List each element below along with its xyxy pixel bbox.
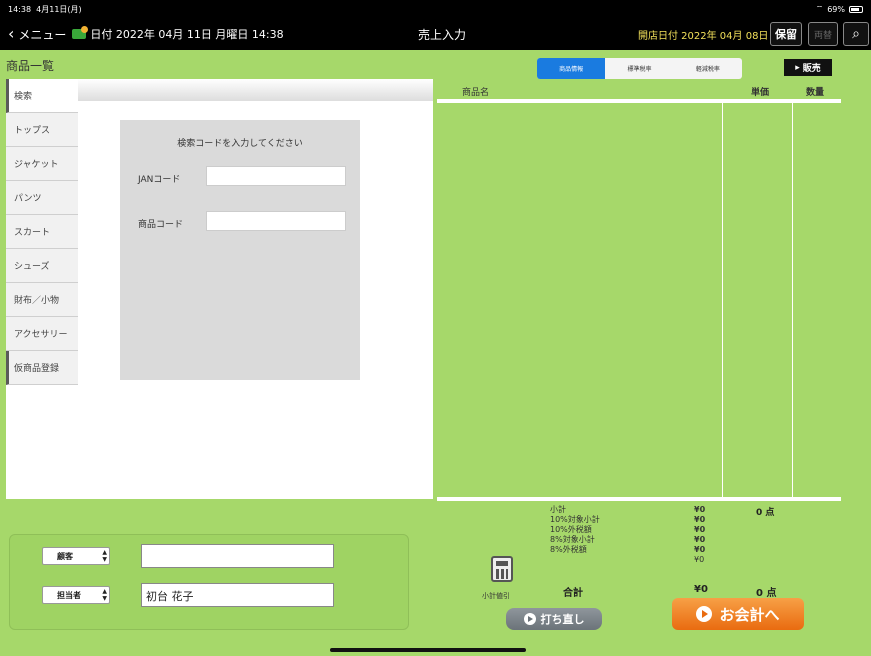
category-tabs: 検索 トップス ジャケット パンツ スカート シューズ 財布／小物 アクセサリー… <box>6 79 78 385</box>
summary-label: 小計 <box>550 505 566 514</box>
nav-bar: ‹ メニュー 日付 2022年 04月 11日 月曜日 14:38 売上入力 開… <box>0 18 871 50</box>
tab-accessory[interactable]: アクセサリー <box>6 317 78 351</box>
battery-percent: 69% <box>827 4 845 14</box>
jan-code-label: JANコード <box>138 175 181 185</box>
staff-input[interactable]: 初台 花子 <box>141 583 334 607</box>
customer-select[interactable]: 顧客 ▲ ▼ <box>42 547 110 565</box>
battery-icon <box>849 5 863 13</box>
exchange-button[interactable]: 両替 <box>808 22 838 46</box>
search-title: 検索コードを入力してください <box>177 139 303 149</box>
column-quantity: 数量 <box>806 88 825 98</box>
calculator-icon[interactable] <box>491 556 513 582</box>
column-unit-price: 単価 <box>751 88 770 98</box>
tab-temp-register[interactable]: 仮商品登録 <box>6 351 78 385</box>
tab-skirt[interactable]: スカート <box>6 215 78 249</box>
segment-reduced-tax[interactable]: 軽減税率 <box>674 58 742 79</box>
checkout-label: お会計へ <box>719 605 780 624</box>
search-form: 検索コードを入力してください JANコード 商品コード <box>120 120 360 380</box>
customer-input[interactable] <box>141 544 334 568</box>
page-title: 売上入力 <box>418 27 467 42</box>
column-divider <box>722 103 723 498</box>
subtotal-points: 0 点 <box>756 508 775 518</box>
search-button[interactable]: ⌕ <box>843 22 869 46</box>
tab-tops[interactable]: トップス <box>6 113 78 147</box>
wifi-icon: ⌔ <box>815 4 824 13</box>
subtotal-discount-label: 小計値引 <box>482 592 510 600</box>
chevron-left-icon: ‹ <box>8 24 15 43</box>
total-value: ¥0 <box>694 584 708 595</box>
redo-button[interactable]: 打ち直し <box>506 608 602 630</box>
column-product-name: 商品名 <box>462 88 490 98</box>
list-divider-bottom <box>437 497 841 501</box>
summary-label: 8%対象小計 <box>550 535 595 544</box>
summary-value: ¥0 <box>694 535 706 544</box>
summary-value: ¥0 <box>694 555 705 564</box>
summary-value: ¥0 <box>694 525 706 534</box>
summary-label: 8%外税額 <box>550 545 587 554</box>
customer-staff-panel: 顧客 ▲ ▼ 担当者 ▲ ▼ 初台 花子 <box>9 534 409 630</box>
current-date: 日付 2022年 04月 11日 月曜日 14:38 <box>72 26 284 42</box>
updown-icon: ▲ ▼ <box>102 588 107 602</box>
jan-code-input[interactable] <box>206 166 346 186</box>
cash-register-icon <box>72 26 89 39</box>
product-code-label: 商品コード <box>138 220 184 230</box>
status-date: 4月11日(月) <box>36 4 82 14</box>
current-date-label: 日付 2022年 04月 11日 月曜日 14:38 <box>90 28 284 41</box>
home-indicator[interactable] <box>330 648 526 652</box>
open-date: 開店日付 2022年 04月 08日 <box>638 30 769 42</box>
summary-value: ¥0 <box>694 515 706 524</box>
hold-button[interactable]: 保留 <box>770 22 802 46</box>
column-divider <box>792 103 793 498</box>
status-time: 14:38 <box>8 4 32 14</box>
menu-back-button[interactable]: ‹ メニュー <box>0 26 66 43</box>
redo-label: 打ち直し <box>540 613 585 626</box>
summary-label: 10%外税額 <box>550 525 592 534</box>
customer-select-label: 顧客 <box>57 551 73 561</box>
total-points: 0 点 <box>756 588 777 599</box>
staff-select-label: 担当者 <box>57 590 81 600</box>
summary-labels: 小計 10%対象小計 10%外税額 8%対象小計 8%外税額 <box>550 505 600 555</box>
play-icon <box>696 606 713 622</box>
staff-select[interactable]: 担当者 ▲ ▼ <box>42 586 110 604</box>
sale-mode-label: 販売 <box>802 64 821 74</box>
total-label: 合計 <box>563 588 583 599</box>
list-divider-top <box>437 99 841 103</box>
panel-title: 商品一覧 <box>6 59 55 73</box>
tab-search[interactable]: 検索 <box>6 79 78 113</box>
play-icon <box>523 613 536 625</box>
sale-mode-button[interactable]: ▸ 販売 <box>784 59 832 76</box>
tab-shoes[interactable]: シューズ <box>6 249 78 283</box>
search-icon: ⌕ <box>852 26 860 42</box>
tab-jacket[interactable]: ジャケット <box>6 147 78 181</box>
summary-values: ¥0 ¥0 ¥0 ¥0 ¥0 ¥0 <box>694 505 705 565</box>
checkout-button[interactable]: お会計へ <box>672 598 804 630</box>
status-bar: 14:38 4月11日(月) ⌔ 69% <box>0 0 871 18</box>
product-code-input[interactable] <box>206 211 346 231</box>
tab-wallet[interactable]: 財布／小物 <box>6 283 78 317</box>
summary-label: 10%対象小計 <box>550 515 600 524</box>
play-icon: ▸ <box>795 62 800 73</box>
updown-icon: ▲ ▼ <box>102 549 107 563</box>
segment-product-info[interactable]: 商品情報 <box>537 58 606 79</box>
tab-pants[interactable]: パンツ <box>6 181 78 215</box>
menu-back-label: メニュー <box>18 27 67 42</box>
product-area: 検索 トップス ジャケット パンツ スカート シューズ 財布／小物 アクセサリー… <box>6 79 433 499</box>
segment-standard-tax[interactable]: 標準税率 <box>605 58 673 79</box>
summary-value: ¥0 <box>694 545 706 554</box>
summary-value: ¥0 <box>694 505 706 514</box>
info-segment: 商品情報 標準税率 軽減税率 <box>537 58 742 79</box>
content-header <box>78 79 433 101</box>
